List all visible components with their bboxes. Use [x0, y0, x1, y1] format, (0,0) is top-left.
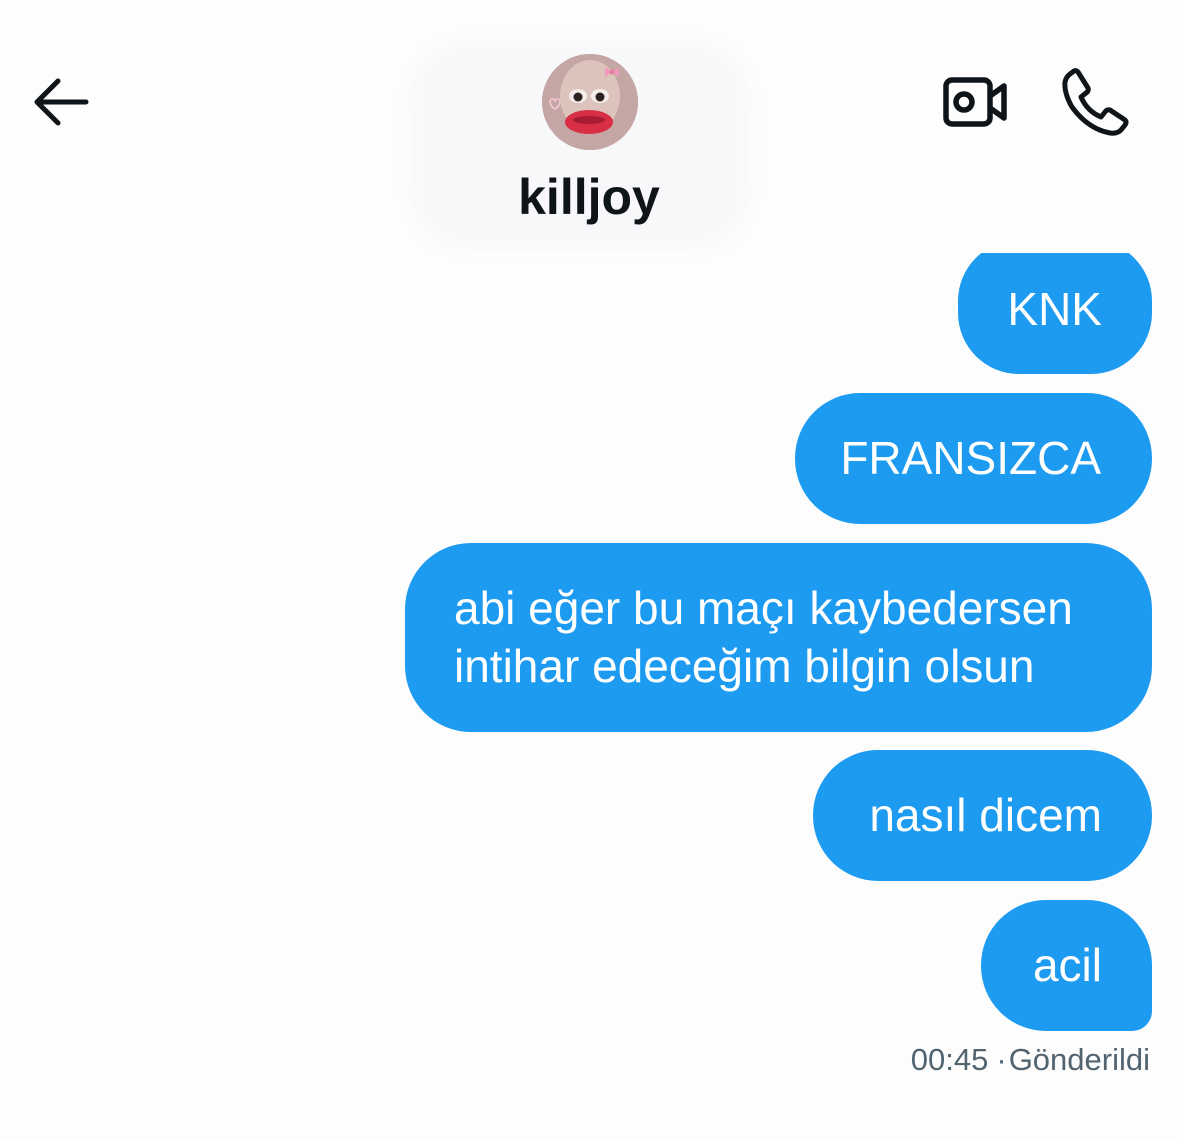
message-text: abi eğer bu maçı kaybedersen intihar ede…	[454, 582, 1073, 692]
message-text: KNK	[1007, 283, 1102, 335]
message-text: FRANSIZCA	[840, 432, 1101, 484]
phone-icon	[1062, 68, 1129, 136]
message-bubble[interactable]: acil	[981, 900, 1152, 1031]
message-bubble[interactable]: nasıl dicem	[813, 750, 1152, 881]
voice-call-button[interactable]	[1058, 66, 1132, 138]
message-text: nasıl dicem	[869, 789, 1102, 841]
avatar[interactable]	[542, 54, 638, 150]
chat-username[interactable]: killjoy	[0, 168, 1178, 226]
status-separator: ·	[996, 1042, 1007, 1077]
avatar-image	[542, 54, 638, 150]
video-call-button[interactable]	[940, 70, 1012, 134]
message-text: acil	[1032, 939, 1102, 991]
arrow-left-icon	[34, 78, 89, 126]
back-button[interactable]	[28, 72, 94, 132]
video-camera-icon	[943, 77, 1007, 127]
message-bubble[interactable]: KNK	[958, 240, 1152, 374]
message-bubble[interactable]: abi eğer bu maçı kaybedersen intihar ede…	[405, 543, 1152, 732]
message-time: 00:45	[910, 1042, 989, 1077]
message-status: 00:45 ·Gönderildi	[911, 1042, 1150, 1078]
sent-label: Gönderildi	[1008, 1042, 1150, 1077]
scroll-edge	[900, 235, 1178, 253]
message-bubble[interactable]: FRANSIZCA	[795, 393, 1152, 524]
